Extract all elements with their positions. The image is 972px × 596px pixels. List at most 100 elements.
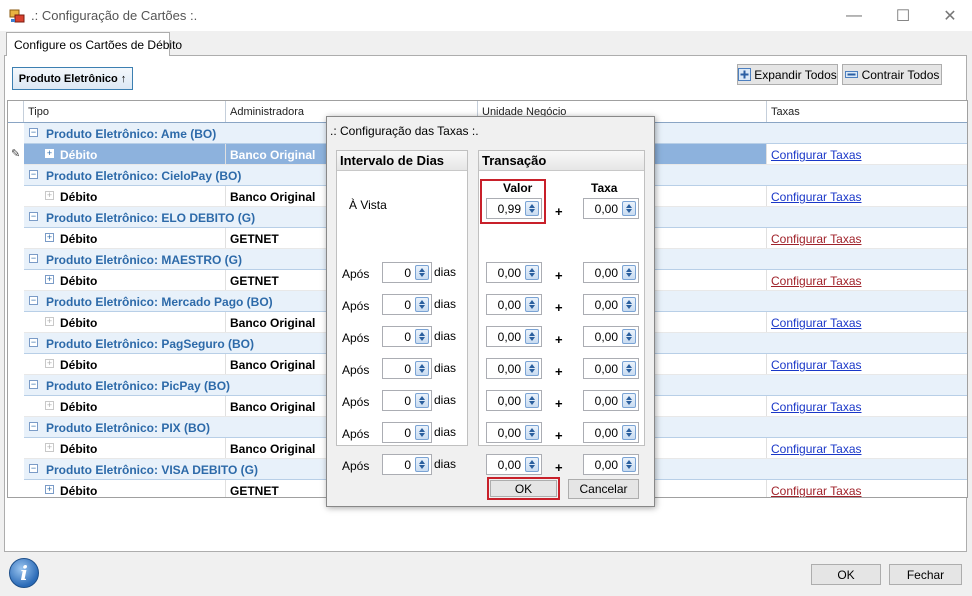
minimize-button[interactable]: — <box>834 4 874 28</box>
expand-row-icon[interactable]: + <box>45 443 54 452</box>
expand-row-icon[interactable]: + <box>45 317 54 326</box>
row-administradora: Banco Original <box>230 400 316 414</box>
expand-row-icon[interactable]: + <box>45 401 54 410</box>
close-window-button[interactable]: ✕ <box>930 4 970 28</box>
collapse-group-icon[interactable]: − <box>29 128 38 137</box>
spin-arrows-icon[interactable] <box>525 329 539 344</box>
taxa-stepper[interactable]: 0,00 <box>583 390 639 411</box>
spin-arrows-icon[interactable] <box>415 329 429 344</box>
collapse-group-icon[interactable]: − <box>29 380 38 389</box>
valor-stepper[interactable]: 0,00 <box>486 454 542 475</box>
dialog-ok-button[interactable]: OK <box>490 480 557 497</box>
configurar-taxas-link[interactable]: Configurar Taxas <box>771 316 862 330</box>
dialog-cancel-label: Cancelar <box>579 482 628 496</box>
taxa-stepper[interactable]: 0,00 <box>583 262 639 283</box>
spin-arrows-icon[interactable] <box>525 361 539 376</box>
row-tipo: Débito <box>60 442 98 456</box>
spin-arrows-icon[interactable] <box>525 297 539 312</box>
info-icon[interactable]: i <box>9 558 39 588</box>
configurar-taxas-link[interactable]: Configurar Taxas <box>771 484 862 497</box>
valor-stepper[interactable]: 0,00 <box>486 390 542 411</box>
expand-row-icon[interactable]: + <box>45 275 54 284</box>
configurar-taxas-link[interactable]: Configurar Taxas <box>771 232 862 246</box>
expand-row-icon[interactable]: + <box>45 233 54 242</box>
dias-stepper[interactable]: 0 <box>382 454 432 475</box>
collapse-all-button[interactable]: Contrair Todos <box>842 64 942 85</box>
dias-label: dias <box>434 329 457 343</box>
spin-arrows-icon[interactable] <box>415 361 429 376</box>
spin-arrows-icon[interactable] <box>622 329 636 344</box>
spin-arrows-icon[interactable] <box>622 457 636 472</box>
spin-arrows-icon[interactable] <box>525 393 539 408</box>
fechar-button[interactable]: Fechar <box>889 564 962 585</box>
spin-arrows-icon[interactable] <box>622 201 636 216</box>
spin-arrows-icon[interactable] <box>415 425 429 440</box>
taxa-stepper[interactable]: 0,00 <box>583 198 639 219</box>
collapse-group-icon[interactable]: − <box>29 464 38 473</box>
collapse-group-icon[interactable]: − <box>29 170 38 179</box>
spin-arrows-icon[interactable] <box>622 297 636 312</box>
spin-arrows-icon[interactable] <box>622 265 636 280</box>
row-tipo: Débito <box>60 232 98 246</box>
collapse-group-icon[interactable]: − <box>29 422 38 431</box>
collapse-group-icon[interactable]: − <box>29 338 38 347</box>
valor-stepper[interactable]: 0,00 <box>486 326 542 347</box>
dias-stepper[interactable]: 0 <box>382 326 432 347</box>
spin-arrows-icon[interactable] <box>525 457 539 472</box>
spin-arrows-icon[interactable] <box>415 457 429 472</box>
valor-stepper[interactable]: 0,00 <box>486 358 542 379</box>
dialog-ok-label: OK <box>514 481 533 496</box>
expand-row-icon[interactable]: + <box>45 485 54 494</box>
dias-value: 0 <box>404 426 411 440</box>
configurar-taxas-link[interactable]: Configurar Taxas <box>771 274 862 288</box>
configurar-taxas-link[interactable]: Configurar Taxas <box>771 400 862 414</box>
collapse-group-icon[interactable]: − <box>29 296 38 305</box>
dias-stepper[interactable]: 0 <box>382 262 432 283</box>
minimize-icon: — <box>846 7 862 24</box>
spin-arrows-icon[interactable] <box>622 393 636 408</box>
taxa-stepper[interactable]: 0,00 <box>583 294 639 315</box>
expand-all-button[interactable]: Expandir Todos <box>737 64 838 85</box>
valor-stepper[interactable]: 0,00 <box>486 262 542 283</box>
dias-stepper[interactable]: 0 <box>382 358 432 379</box>
valor-stepper[interactable]: 0,99 <box>486 198 542 219</box>
configurar-taxas-link[interactable]: Configurar Taxas <box>771 190 862 204</box>
taxa-stepper[interactable]: 0,00 <box>583 358 639 379</box>
cell-tipo: + Débito <box>24 270 225 290</box>
header-tipo[interactable]: Tipo <box>24 101 226 122</box>
taxa-stepper[interactable]: 0,00 <box>583 422 639 443</box>
ok-button[interactable]: OK <box>811 564 881 585</box>
maximize-button[interactable]: ☐ <box>883 4 923 28</box>
dialog-cancel-button[interactable]: Cancelar <box>568 479 639 499</box>
expand-row-icon[interactable]: + <box>45 359 54 368</box>
configurar-taxas-link[interactable]: Configurar Taxas <box>771 148 862 162</box>
info-icon-glyph: i <box>20 561 28 585</box>
sort-produto-button[interactable]: Produto Eletrônico ↑ <box>12 67 133 90</box>
header-taxas[interactable]: Taxas <box>767 101 967 122</box>
expand-row-icon[interactable]: + <box>45 149 54 158</box>
valor-stepper[interactable]: 0,00 <box>486 422 542 443</box>
cell-taxas: Configurar Taxas <box>766 144 967 164</box>
spin-arrows-icon[interactable] <box>525 201 539 216</box>
spin-arrows-icon[interactable] <box>525 265 539 280</box>
spin-arrows-icon[interactable] <box>525 425 539 440</box>
collapse-group-icon[interactable]: − <box>29 254 38 263</box>
configurar-taxas-link[interactable]: Configurar Taxas <box>771 358 862 372</box>
collapse-group-icon[interactable]: − <box>29 212 38 221</box>
spin-arrows-icon[interactable] <box>622 425 636 440</box>
spin-arrows-icon[interactable] <box>415 297 429 312</box>
spin-arrows-icon[interactable] <box>622 361 636 376</box>
cell-taxas: Configurar Taxas <box>766 228 967 248</box>
dias-stepper[interactable]: 0 <box>382 294 432 315</box>
taxa-value: 0,00 <box>594 330 618 344</box>
taxa-stepper[interactable]: 0,00 <box>583 326 639 347</box>
spin-arrows-icon[interactable] <box>415 265 429 280</box>
configurar-taxas-link[interactable]: Configurar Taxas <box>771 442 862 456</box>
valor-stepper[interactable]: 0,00 <box>486 294 542 315</box>
dias-stepper[interactable]: 0 <box>382 422 432 443</box>
spin-arrows-icon[interactable] <box>415 393 429 408</box>
dias-stepper[interactable]: 0 <box>382 390 432 411</box>
tab-cartoes-debito[interactable]: Configure os Cartões de Débito <box>6 32 182 56</box>
taxa-stepper[interactable]: 0,00 <box>583 454 639 475</box>
expand-row-icon[interactable]: + <box>45 191 54 200</box>
